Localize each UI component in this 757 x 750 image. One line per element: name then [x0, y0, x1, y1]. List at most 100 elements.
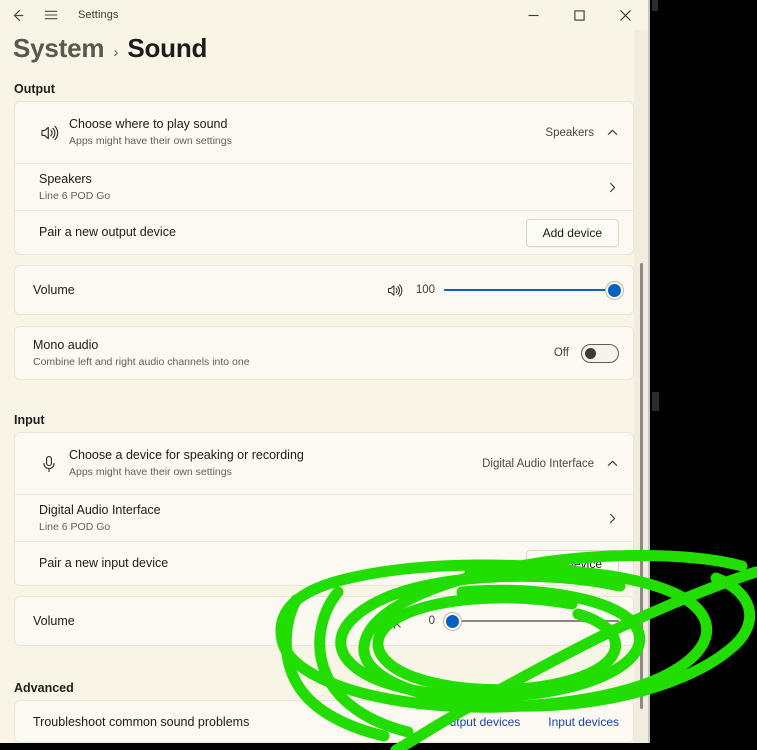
mono-audio-subtitle: Combine left and right audio channels in…: [33, 355, 250, 368]
input-pair-text: Pair a new input device: [29, 555, 526, 572]
page-title: Sound: [127, 33, 208, 63]
screenshot-root: Settings System › Sound Output Choose wh…: [0, 0, 757, 750]
speaker-icon: [29, 123, 69, 143]
scrollbar-thumb[interactable]: [640, 263, 643, 709]
section-heading-output: Output: [14, 82, 55, 96]
title-bar-left: Settings: [0, 0, 119, 30]
output-add-device-button[interactable]: Add device: [525, 218, 619, 247]
output-choose-row[interactable]: Choose where to play sound Apps might ha…: [15, 102, 633, 163]
minimize-button[interactable]: [510, 0, 556, 30]
output-volume-value: 100: [415, 284, 435, 296]
output-pair-right: Add device: [525, 218, 619, 247]
breadcrumb: System › Sound: [13, 33, 207, 64]
window-edge-mark-top: [652, 0, 658, 11]
window-edge-mark-middle: [652, 392, 659, 411]
section-heading-input: Input: [14, 413, 45, 427]
chevron-up-icon[interactable]: [606, 457, 619, 470]
chevron-up-icon[interactable]: [606, 126, 619, 139]
input-choose-right: Digital Audio Interface: [482, 457, 619, 470]
link-output-devices[interactable]: Output devices: [440, 715, 520, 729]
vertical-scrollbar[interactable]: [634, 30, 648, 743]
input-choose-title: Choose a device for speaking or recordin…: [69, 448, 304, 463]
input-device-title: Digital Audio Interface: [39, 502, 161, 517]
output-choose-subtitle: Apps might have their own settings: [69, 135, 232, 148]
link-input-devices[interactable]: Input devices: [548, 715, 619, 729]
input-volume-right: 0: [384, 612, 619, 630]
settings-window: Settings System › Sound Output Choose wh…: [0, 0, 648, 743]
mono-audio-text: Mono audio Combine left and right audio …: [29, 337, 554, 370]
troubleshoot-links: Output devices Input devices: [440, 715, 619, 729]
input-device-card: Choose a device for speaking or recordin…: [14, 432, 634, 586]
input-choose-subtitle: Apps might have their own settings: [69, 466, 232, 479]
output-device-text: Speakers Line 6 POD Go: [29, 171, 606, 204]
troubleshoot-text: Troubleshoot common sound problems: [29, 714, 440, 731]
input-choose-row[interactable]: Choose a device for speaking or recordin…: [15, 433, 633, 494]
input-device-row[interactable]: Digital Audio Interface Line 6 POD Go: [15, 494, 633, 541]
mono-audio-row: Mono audio Combine left and right audio …: [15, 327, 633, 379]
mono-audio-card: Mono audio Combine left and right audio …: [14, 326, 634, 380]
maximize-button[interactable]: [556, 0, 602, 30]
input-pair-title: Pair a new input device: [39, 556, 169, 571]
mono-audio-right: Off: [553, 343, 619, 363]
troubleshoot-row: Troubleshoot common sound problems Outpu…: [15, 701, 633, 742]
output-device-card: Choose where to play sound Apps might ha…: [14, 101, 634, 255]
output-choose-right: Speakers: [545, 126, 619, 139]
hamburger-menu-icon[interactable]: [34, 0, 68, 30]
microphone-icon: [29, 454, 69, 474]
close-button[interactable]: [602, 0, 648, 30]
output-choose-text: Choose where to play sound Apps might ha…: [69, 116, 545, 149]
output-slider-fill: [444, 288, 613, 292]
output-choose-title: Choose where to play sound: [69, 117, 228, 132]
back-arrow-icon[interactable]: [0, 0, 34, 30]
chevron-right-icon[interactable]: [606, 181, 619, 194]
input-volume-title: Volume: [33, 613, 75, 628]
input-volume-row: Volume 0: [15, 597, 633, 645]
output-volume-slider-group[interactable]: 100: [384, 281, 623, 299]
input-pair-right: Add device: [525, 549, 619, 578]
input-choose-text: Choose a device for speaking or recordin…: [69, 447, 482, 480]
advanced-card: Troubleshoot common sound problems Outpu…: [14, 700, 634, 743]
output-device-speakers-row[interactable]: Speakers Line 6 POD Go: [15, 163, 633, 210]
output-device-subtitle: Line 6 POD Go: [39, 189, 111, 202]
breadcrumb-separator: ›: [113, 44, 119, 61]
input-pair-row: Pair a new input device Add device: [15, 541, 633, 585]
window-controls: [510, 0, 648, 30]
output-device-right: [606, 181, 619, 194]
output-volume-card: Volume 100: [14, 265, 634, 315]
output-volume-text: Volume: [29, 282, 384, 299]
output-slider-thumb[interactable]: [606, 281, 623, 299]
input-slider-track: [444, 619, 619, 623]
speaker-icon[interactable]: [384, 282, 404, 299]
desktop-background: [648, 0, 757, 750]
output-volume-slider[interactable]: [444, 281, 623, 299]
input-device-text: Digital Audio Interface Line 6 POD Go: [29, 502, 606, 535]
input-volume-card: Volume 0: [14, 596, 634, 646]
input-volume-text: Volume: [29, 613, 384, 630]
output-pair-title: Pair a new output device: [39, 225, 176, 240]
app-title: Settings: [78, 9, 119, 21]
output-device-title: Speakers: [39, 171, 92, 186]
mono-audio-title: Mono audio: [33, 337, 99, 352]
input-device-right: [606, 512, 619, 525]
breadcrumb-parent[interactable]: System: [13, 33, 105, 64]
output-volume-title: Volume: [33, 282, 75, 297]
mono-audio-toggle[interactable]: [581, 343, 619, 363]
window-edge-highlight: [648, 0, 650, 743]
input-slider-thumb[interactable]: [444, 612, 461, 630]
microphone-muted-icon[interactable]: [384, 613, 404, 630]
input-volume-slider[interactable]: [444, 612, 619, 630]
output-pair-text: Pair a new output device: [29, 224, 526, 241]
troubleshoot-title: Troubleshoot common sound problems: [33, 714, 250, 729]
toggle-knob: [585, 347, 596, 359]
input-volume-slider-group[interactable]: 0: [384, 612, 619, 630]
chevron-right-icon[interactable]: [606, 512, 619, 525]
mono-audio-state-label: Off: [553, 347, 569, 359]
output-volume-row: Volume 100: [15, 266, 633, 314]
bottom-black-bar: [0, 743, 757, 750]
output-selected-device: Speakers: [545, 126, 594, 139]
input-volume-value: 0: [428, 615, 435, 627]
title-bar: Settings: [0, 0, 648, 30]
input-selected-device: Digital Audio Interface: [482, 457, 594, 470]
output-volume-right: 100: [384, 281, 623, 299]
input-add-device-button[interactable]: Add device: [525, 549, 619, 578]
